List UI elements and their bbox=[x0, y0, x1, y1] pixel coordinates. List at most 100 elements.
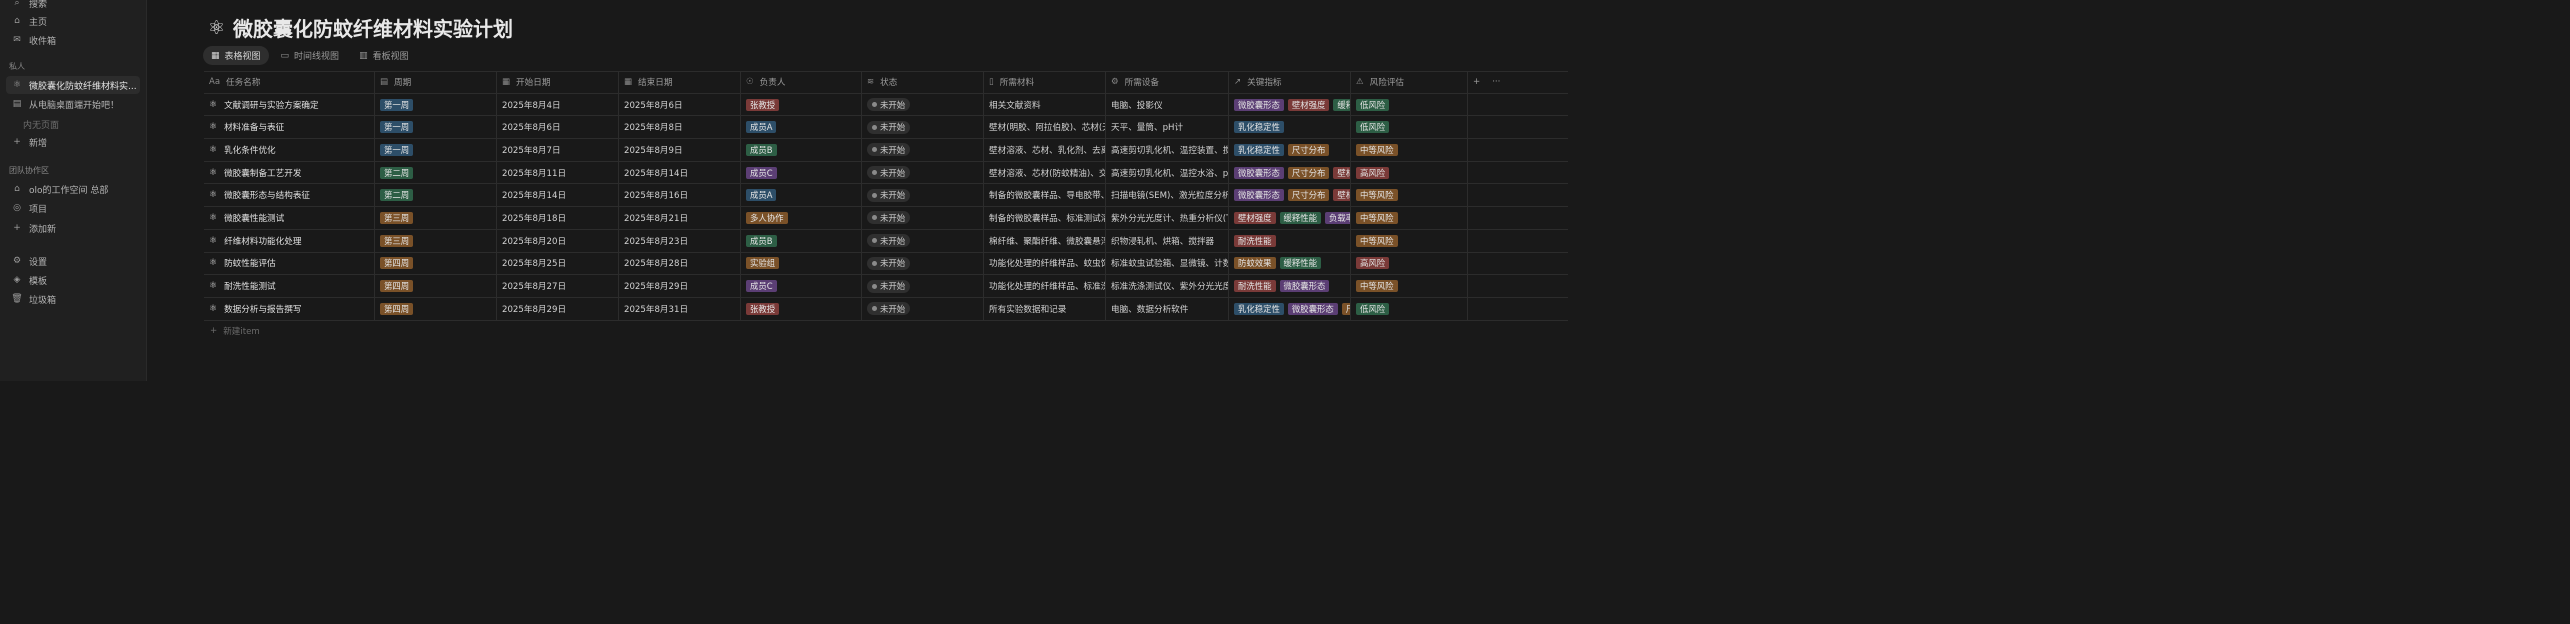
column-header[interactable]: ▦ 结束日期 bbox=[619, 72, 741, 93]
materials-cell[interactable]: 相关文献资料 bbox=[984, 93, 1106, 116]
end-date-cell[interactable]: 2025年8月31日 bbox=[619, 297, 741, 320]
period-cell[interactable]: 第一周 bbox=[375, 116, 497, 139]
sidebar-item-page-desktop-start[interactable]: ▤ 从电脑桌面端开始吧！ bbox=[6, 95, 140, 113]
task-name-cell[interactable]: ⚛ 数据分析与报告撰写 bbox=[204, 297, 375, 320]
status-cell[interactable]: 未开始 bbox=[862, 139, 984, 161]
column-header[interactable]: ⚙ 所需设备 bbox=[1106, 72, 1229, 93]
table-row[interactable]: ⚛ 文献调研与实验方案确定 第一周 2025年8月4日 2025年8月6日 张教授 未开始 相… bbox=[204, 93, 1568, 117]
status-cell[interactable]: 未开始 bbox=[862, 207, 984, 229]
owner-cell[interactable]: 成员B bbox=[741, 229, 862, 252]
risk-cell[interactable]: 中等风险 bbox=[1351, 207, 1468, 229]
column-header[interactable]: ⚠ 风险评估 bbox=[1351, 72, 1468, 93]
task-name-cell[interactable]: ⚛ 防蚊性能评估 bbox=[204, 252, 375, 275]
risk-cell[interactable]: 中等风险 bbox=[1351, 229, 1468, 252]
equipment-cell[interactable]: 标准蚊虫试验箱、显微镜、计数器 bbox=[1106, 252, 1229, 275]
materials-cell[interactable]: 壁材溶液、芯材(防蚊精油)、交联剂 bbox=[984, 161, 1106, 184]
column-header[interactable]: ☉ 负责人 bbox=[741, 72, 862, 93]
metrics-cell[interactable]: 微胶囊形态壁材强度缓释性能 bbox=[1229, 93, 1351, 116]
start-date-cell[interactable]: 2025年8月7日 bbox=[497, 139, 619, 161]
end-date-cell[interactable]: 2025年8月16日 bbox=[619, 184, 741, 207]
column-header[interactable]: ↗ 关键指标 bbox=[1229, 72, 1351, 93]
owner-cell[interactable]: 成员A bbox=[741, 116, 862, 139]
metrics-cell[interactable]: 耐洗性能 bbox=[1229, 229, 1351, 252]
status-cell[interactable]: 未开始 bbox=[862, 161, 984, 184]
task-name-cell[interactable]: ⚛ 纤维材料功能化处理 bbox=[204, 229, 375, 252]
end-date-cell[interactable]: 2025年8月14日 bbox=[619, 161, 741, 184]
new-item-button[interactable]: + 新建item bbox=[204, 321, 1568, 341]
more-options-icon[interactable]: ··· bbox=[1492, 77, 1500, 87]
owner-cell[interactable]: 多人协作 bbox=[741, 207, 862, 229]
materials-cell[interactable]: 制备的微胶囊样品、标准测试溶液 bbox=[984, 207, 1106, 229]
period-cell[interactable]: 第一周 bbox=[375, 93, 497, 116]
materials-cell[interactable]: 功能化处理的纤维样品、蚊虫饲养箱 bbox=[984, 252, 1106, 275]
sidebar-item-settings[interactable]: ⚙ 设置 bbox=[6, 252, 140, 270]
end-date-cell[interactable]: 2025年8月6日 bbox=[619, 93, 741, 116]
equipment-cell[interactable]: 电脑、数据分析软件 bbox=[1106, 297, 1229, 320]
materials-cell[interactable]: 壁材(明胶、阿拉伯胶)、芯材(天然驱蚊剂) bbox=[984, 116, 1106, 139]
equipment-cell[interactable]: 高速剪切乳化机、温控装置、搅拌器 bbox=[1106, 139, 1229, 161]
add-column-button[interactable]: + bbox=[1473, 77, 1480, 87]
equipment-cell[interactable]: 织物浸轧机、烘箱、搅拌器 bbox=[1106, 229, 1229, 252]
task-name-cell[interactable]: ⚛ 微胶囊性能测试 bbox=[204, 207, 375, 229]
period-cell[interactable]: 第二周 bbox=[375, 161, 497, 184]
table-row[interactable]: ⚛ 乳化条件优化 第一周 2025年8月7日 2025年8月9日 成员B 未开始 壁材溶液、芯… bbox=[204, 139, 1568, 162]
table-row[interactable]: ⚛ 微胶囊形态与结构表征 第二周 2025年8月14日 2025年8月16日 成员A 未开始… bbox=[204, 184, 1568, 208]
risk-cell[interactable]: 低风险 bbox=[1351, 297, 1468, 320]
task-name-cell[interactable]: ⚛ 微胶囊形态与结构表征 bbox=[204, 184, 375, 207]
owner-cell[interactable]: 成员C bbox=[741, 161, 862, 184]
sidebar-item-home[interactable]: ⌂ 主页 bbox=[6, 12, 140, 30]
period-cell[interactable]: 第一周 bbox=[375, 139, 497, 161]
end-date-cell[interactable]: 2025年8月9日 bbox=[619, 139, 741, 161]
sidebar-item-new[interactable]: + 新增 bbox=[6, 133, 140, 151]
period-cell[interactable]: 第三周 bbox=[375, 207, 497, 229]
sidebar-item-add-new[interactable]: + 添加新 bbox=[6, 219, 140, 237]
table-row[interactable]: ⚛ 材料准备与表征 第一周 2025年8月6日 2025年8月8日 成员A 未开始 壁材(明胶… bbox=[204, 116, 1568, 140]
task-name-cell[interactable]: ⚛ 材料准备与表征 bbox=[204, 116, 375, 139]
equipment-cell[interactable]: 天平、量筒、pH计 bbox=[1106, 116, 1229, 139]
start-date-cell[interactable]: 2025年8月27日 bbox=[497, 275, 619, 297]
equipment-cell[interactable]: 高速剪切乳化机、温控水浴、pH计 bbox=[1106, 161, 1229, 184]
table-row[interactable]: ⚛ 微胶囊制备工艺开发 第二周 2025年8月11日 2025年8月14日 成员C 未开始 壁… bbox=[204, 161, 1568, 185]
task-name-cell[interactable]: ⚛ 乳化条件优化 bbox=[204, 139, 375, 161]
risk-cell[interactable]: 高风险 bbox=[1351, 252, 1468, 275]
tab-timeline[interactable]: ▭ 时间线视图 bbox=[273, 46, 348, 65]
table-row[interactable]: ⚛ 耐洗性能测试 第四周 2025年8月27日 2025年8月29日 成员C 未开始 功能化处… bbox=[204, 275, 1568, 298]
task-name-cell[interactable]: ⚛ 文献调研与实验方案确定 bbox=[204, 93, 375, 116]
period-cell[interactable]: 第四周 bbox=[375, 297, 497, 320]
start-date-cell[interactable]: 2025年8月20日 bbox=[497, 229, 619, 252]
metrics-cell[interactable]: 耐洗性能 微胶囊形态 bbox=[1229, 275, 1351, 297]
end-date-cell[interactable]: 2025年8月23日 bbox=[619, 229, 741, 252]
risk-cell[interactable]: 中等风险 bbox=[1351, 139, 1468, 161]
owner-cell[interactable]: 实验组 bbox=[741, 252, 862, 275]
metrics-cell[interactable]: 微胶囊形态尺寸分布壁材强度 bbox=[1229, 161, 1351, 184]
risk-cell[interactable]: 高风险 bbox=[1351, 161, 1468, 184]
status-cell[interactable]: 未开始 bbox=[862, 229, 984, 252]
end-date-cell[interactable]: 2025年8月21日 bbox=[619, 207, 741, 229]
sidebar-item-trash[interactable]: 🗑 垃圾箱 bbox=[6, 290, 140, 308]
status-cell[interactable]: 未开始 bbox=[862, 297, 984, 320]
equipment-cell[interactable]: 扫描电镜(SEM)、激光粒度分析仪 bbox=[1106, 184, 1229, 207]
sidebar-item-search[interactable]: ⌕ 搜索 bbox=[6, 0, 140, 12]
tab-board[interactable]: ▥ 看板视图 bbox=[351, 46, 417, 65]
sidebar-item-projects[interactable]: ◎ 项目 bbox=[6, 199, 140, 217]
table-row[interactable]: ⚛ 数据分析与报告撰写 第四周 2025年8月29日 2025年8月31日 张教授 未开始 所… bbox=[204, 297, 1568, 321]
metrics-cell[interactable]: 防蚊效果 缓释性能 bbox=[1229, 252, 1351, 275]
period-cell[interactable]: 第二周 bbox=[375, 184, 497, 207]
start-date-cell[interactable]: 2025年8月18日 bbox=[497, 207, 619, 229]
risk-cell[interactable]: 低风险 bbox=[1351, 116, 1468, 139]
start-date-cell[interactable]: 2025年8月14日 bbox=[497, 184, 619, 207]
status-cell[interactable]: 未开始 bbox=[862, 93, 984, 116]
metrics-cell[interactable]: 乳化稳定性微胶囊形态尺寸分布 bbox=[1229, 297, 1351, 320]
status-cell[interactable]: 未开始 bbox=[862, 116, 984, 139]
equipment-cell[interactable]: 紫外分光光度计、热重分析仪(TGA) bbox=[1106, 207, 1229, 229]
start-date-cell[interactable]: 2025年8月29日 bbox=[497, 297, 619, 320]
column-header[interactable]: ≋ 状态 bbox=[862, 72, 984, 93]
materials-cell[interactable]: 制备的微胶囊样品、导电胶带、载玻片 bbox=[984, 184, 1106, 207]
risk-cell[interactable]: 中等风险 bbox=[1351, 275, 1468, 297]
column-header[interactable]: Aa 任务名称 bbox=[204, 72, 375, 93]
materials-cell[interactable]: 壁材溶液、芯材、乳化剂、去离子水 bbox=[984, 139, 1106, 161]
materials-cell[interactable]: 棉纤维、聚酯纤维、微胶囊悬浮液 bbox=[984, 229, 1106, 252]
start-date-cell[interactable]: 2025年8月4日 bbox=[497, 93, 619, 116]
owner-cell[interactable]: 成员A bbox=[741, 184, 862, 207]
end-date-cell[interactable]: 2025年8月28日 bbox=[619, 252, 741, 275]
